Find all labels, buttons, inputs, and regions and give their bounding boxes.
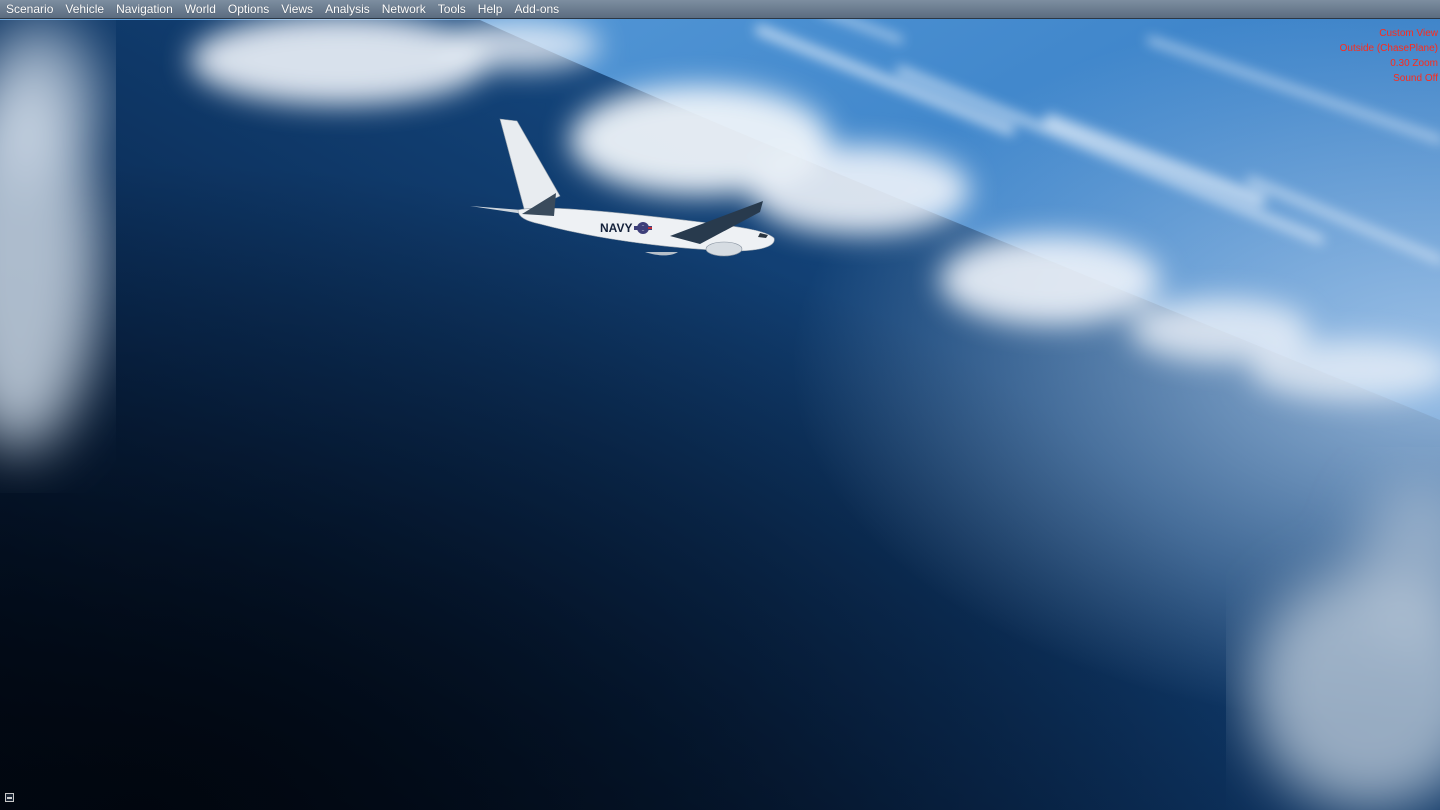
fuselage-navy-text: NAVY <box>600 221 632 235</box>
menu-network[interactable]: Network <box>378 0 434 18</box>
simulator-viewport[interactable]: NAVY <box>0 0 1440 810</box>
hud-zoom: 0.30 Zoom <box>1390 58 1438 69</box>
menu-bar: Scenario Vehicle Navigation World Option… <box>0 0 1440 19</box>
hud-camera: Outside (ChasePlane) <box>1339 43 1438 54</box>
hud-sound: Sound Off <box>1393 73 1438 84</box>
hud-view-mode: Custom View <box>1379 28 1438 39</box>
menu-views[interactable]: Views <box>277 0 321 18</box>
scenery-view: NAVY <box>0 0 1440 810</box>
menu-tools[interactable]: Tools <box>434 0 474 18</box>
menu-navigation[interactable]: Navigation <box>112 0 181 18</box>
menu-options[interactable]: Options <box>224 0 277 18</box>
menu-add-ons[interactable]: Add-ons <box>510 0 567 18</box>
window-toggle-icon[interactable] <box>5 793 14 802</box>
menu-help[interactable]: Help <box>474 0 511 18</box>
menu-analysis[interactable]: Analysis <box>321 0 378 18</box>
menu-vehicle[interactable]: Vehicle <box>61 0 112 18</box>
view-info-overlay: Custom View Outside (ChasePlane) 0.30 Zo… <box>1340 26 1438 86</box>
menu-world[interactable]: World <box>181 0 224 18</box>
menu-scenario[interactable]: Scenario <box>2 0 61 18</box>
